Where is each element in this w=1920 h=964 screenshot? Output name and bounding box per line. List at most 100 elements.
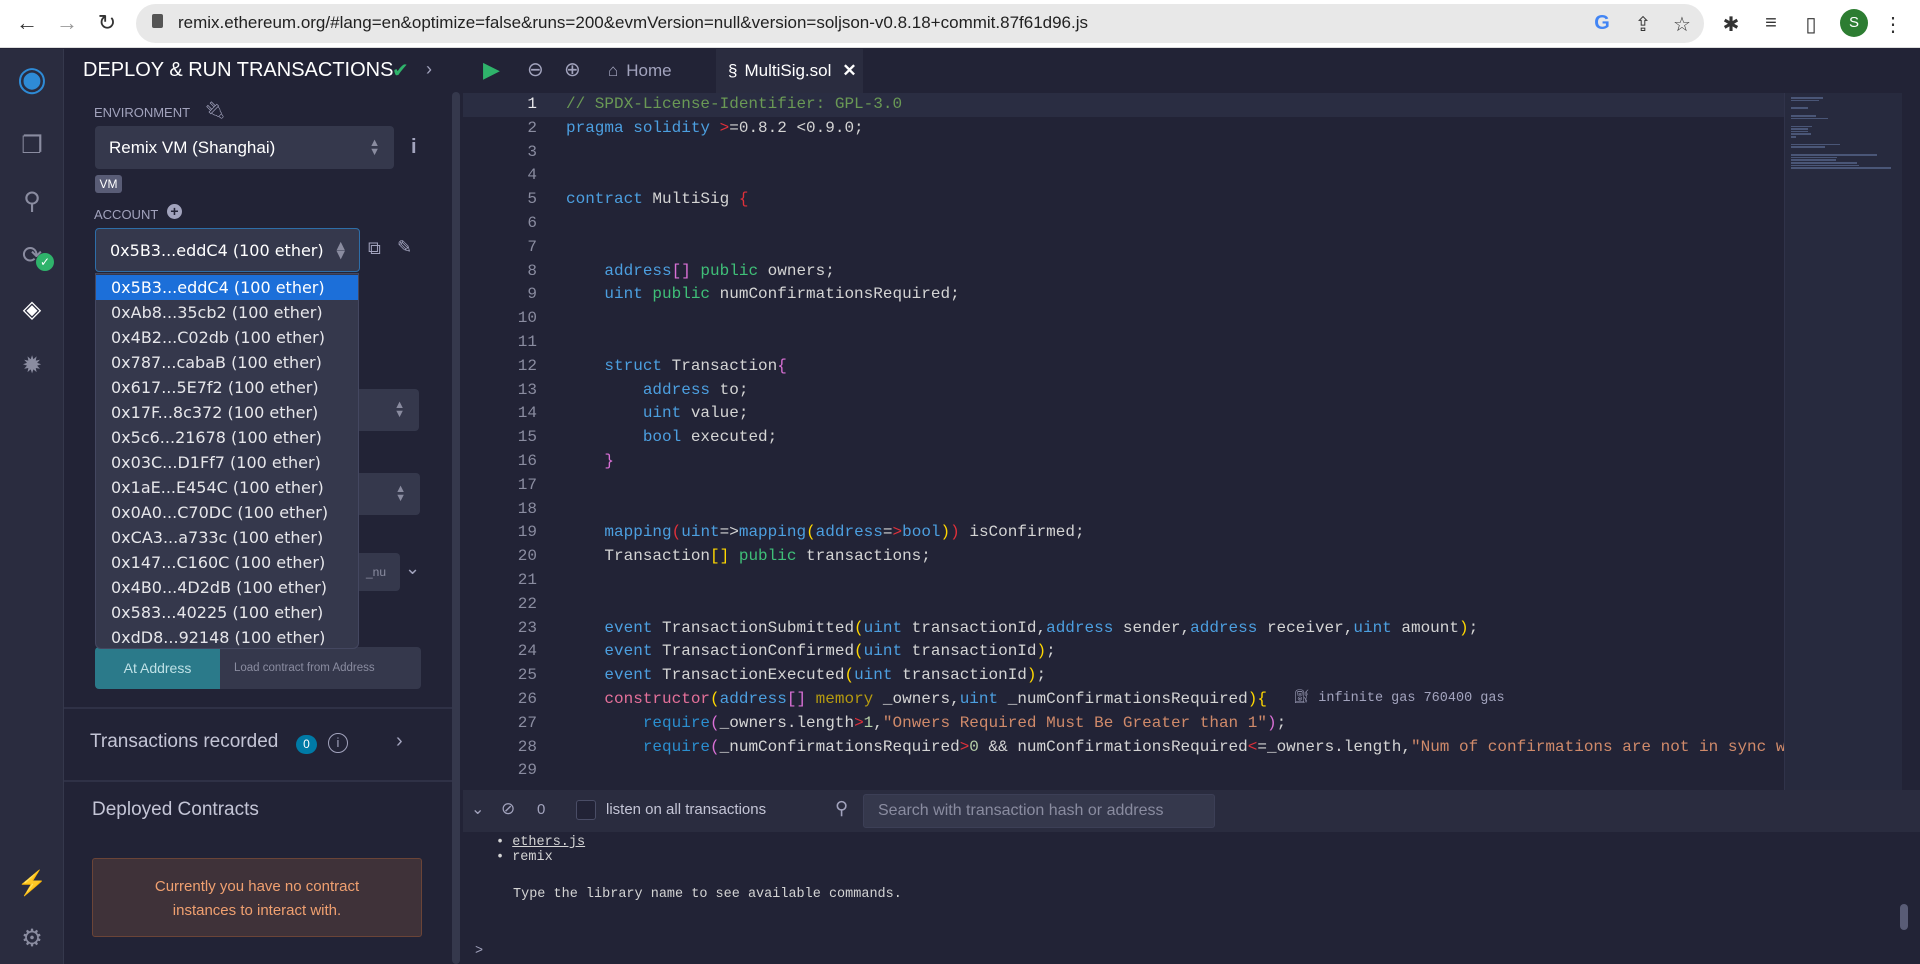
code-line[interactable]: 6	[463, 212, 1784, 236]
terminal-lib-item[interactable]: • ethers.js	[496, 835, 585, 850]
tab-multisig-sol[interactable]: § MultiSig.sol ✕	[716, 49, 863, 93]
account-option[interactable]: 0xAb8...35cb2 (100 ether)	[96, 300, 358, 325]
code-line[interactable]: 5 contract MultiSig {	[463, 188, 1784, 212]
code-line[interactable]: 25 event TransactionExecuted(uint transa…	[463, 664, 1784, 688]
account-option[interactable]: 0x5c6...21678 (100 ether)	[96, 425, 358, 450]
zoom-out-icon[interactable]: ⊖	[527, 57, 544, 82]
remix-logo-icon[interactable]: ◉	[0, 59, 64, 99]
chevron-right-icon[interactable]: ›	[426, 59, 432, 80]
transaction-search-input[interactable]: Search with transaction hash or address	[863, 794, 1215, 828]
bookmark-star-icon[interactable]: ☆	[1669, 12, 1695, 37]
share-icon[interactable]: ⇪	[1630, 12, 1656, 37]
account-option[interactable]: 0x17F...8c372 (100 ether)	[96, 400, 358, 425]
deploy-run-icon[interactable]: ◈	[0, 295, 64, 324]
account-select[interactable]: 0x5B3...eddC4 (100 ether) ▲ ▼	[95, 228, 360, 272]
info-icon[interactable]: i	[411, 136, 417, 159]
profile-avatar[interactable]: S	[1840, 9, 1868, 37]
lib-ethers-link[interactable]: ethers.js	[512, 835, 585, 850]
at-address-button[interactable]: At Address	[95, 647, 220, 689]
account-option[interactable]: 0x0A0...C70DC (100 ether)	[96, 500, 358, 525]
account-option[interactable]: 0x03C...D1Ff7 (100 ether)	[96, 450, 358, 475]
media-icon[interactable]: ≡	[1758, 12, 1784, 35]
zoom-in-icon[interactable]: ⊕	[564, 57, 581, 82]
chevron-down-icon[interactable]: ⌄	[405, 558, 420, 579]
code-line[interactable]: 29	[463, 759, 1784, 783]
code-line[interactable]: 27 require(_owners.length>1,"Onwers Requ…	[463, 712, 1784, 736]
edit-icon[interactable]: ✎	[397, 237, 412, 258]
google-icon[interactable]: G	[1589, 12, 1615, 35]
extensions-icon[interactable]: ✱	[1718, 12, 1744, 37]
code-token: event	[566, 618, 663, 637]
code-line[interactable]: 9 uint public numConfirmationsRequired;	[463, 283, 1784, 307]
code-line[interactable]: 18	[463, 498, 1784, 522]
panel-title: DEPLOY & RUN TRANSACTIONS	[83, 59, 394, 81]
code-line[interactable]: 16 }	[463, 450, 1784, 474]
code-line[interactable]: 19 mapping(uint=>mapping(address=>bool))…	[463, 521, 1784, 545]
reload-icon[interactable]: ↻	[92, 10, 122, 36]
code-line[interactable]: 15 bool executed;	[463, 426, 1784, 450]
code-line[interactable]: 13 address to;	[463, 379, 1784, 403]
account-option[interactable]: 0x4B0...4D2dB (100 ether)	[96, 575, 358, 600]
collapse-terminal-icon[interactable]: ⌄	[471, 799, 484, 819]
code-minimap[interactable]	[1784, 93, 1902, 790]
run-script-icon[interactable]: ▶	[483, 57, 500, 83]
code-line[interactable]: 3	[463, 141, 1784, 165]
account-option[interactable]: 0x583...40225 (100 ether)	[96, 600, 358, 625]
code-token: constructor	[566, 690, 711, 708]
code-line[interactable]: 11	[463, 331, 1784, 355]
account-option[interactable]: 0xdD8...92148 (100 ether)	[96, 625, 358, 650]
code-line[interactable]: 8 address[] public owners;	[463, 260, 1784, 284]
plugin-manager-icon[interactable]: ⚡	[0, 869, 64, 898]
solidity-compiler-icon[interactable]: ⟳ ✓	[0, 241, 64, 271]
file-explorer-icon[interactable]: ❐	[0, 131, 64, 160]
code-token: public	[729, 547, 797, 566]
terminal-prompt[interactable]: >	[475, 944, 483, 959]
add-account-icon[interactable]: +	[167, 204, 182, 219]
code-line[interactable]: 28 require(_numConfirmationsRequired>0 &…	[463, 736, 1786, 760]
minimap-line	[1791, 97, 1823, 99]
account-option[interactable]: 0x5B3...eddC4 (100 ether)	[96, 275, 358, 300]
code-line[interactable]: 22	[463, 593, 1784, 617]
close-tab-icon[interactable]: ✕	[842, 61, 856, 81]
code-line[interactable]: 4	[463, 164, 1784, 188]
account-option[interactable]: 0xCA3...a733c (100 ether)	[96, 525, 358, 550]
code-line[interactable]: 10	[463, 307, 1784, 331]
account-option[interactable]: 0x787...cabaB (100 ether)	[96, 350, 358, 375]
account-option[interactable]: 0x617...5E7f2 (100 ether)	[96, 375, 358, 400]
side-panel-icon[interactable]: ▯	[1798, 12, 1824, 37]
environment-select[interactable]: Remix VM (Shanghai) ▲ ▼	[95, 126, 394, 169]
code-line[interactable]: 24 event TransactionConfirmed(uint trans…	[463, 640, 1784, 664]
account-option[interactable]: 0x4B2...C02db (100 ether)	[96, 325, 358, 350]
menu-kebab-icon[interactable]: ⋮	[1880, 12, 1906, 37]
copy-icon[interactable]: ⧉	[368, 238, 381, 259]
forward-icon[interactable]: →	[52, 10, 82, 36]
panel-scrollbar[interactable]	[452, 92, 460, 964]
code-line[interactable]: 17	[463, 474, 1784, 498]
code-line[interactable]: 2 pragma solidity >=0.8.2 <0.9.0;	[463, 117, 1784, 141]
debugger-icon[interactable]: ✹	[0, 351, 64, 380]
code-line[interactable]: 12 struct Transaction{	[463, 355, 1784, 379]
lock-icon[interactable]	[152, 14, 163, 28]
code-line[interactable]: 1 // SPDX-License-Identifier: GPL-3.0	[463, 93, 1784, 117]
load-address-input[interactable]: Load contract from Address	[220, 647, 421, 689]
tab-home[interactable]: ⌂ Home	[608, 49, 672, 93]
code-line[interactable]: 14 uint value;	[463, 402, 1784, 426]
code-line[interactable]: 21	[463, 569, 1784, 593]
info-icon[interactable]: i	[328, 733, 348, 753]
account-option[interactable]: 0x147...C160C (100 ether)	[96, 550, 358, 575]
code-line[interactable]: 20 Transaction[] public transactions;	[463, 545, 1784, 569]
chevron-right-icon[interactable]: ›	[396, 730, 403, 753]
terminal-scrollbar[interactable]	[1900, 904, 1908, 930]
back-icon[interactable]: ←	[12, 10, 42, 36]
code-editor[interactable]: 1 // SPDX-License-Identifier: GPL-3.0 2 pra…	[463, 93, 1786, 790]
settings-gear-icon[interactable]: ⚙	[0, 924, 64, 953]
clear-console-icon[interactable]: ⊘	[501, 799, 515, 819]
code-line[interactable]: 26 constructor(address[] memory _owners,…	[463, 688, 1784, 712]
code-line[interactable]: 23 event TransactionSubmitted(uint trans…	[463, 617, 1784, 641]
url-text[interactable]: remix.ethereum.org/#lang=en&optimize=fal…	[178, 13, 1088, 33]
account-option[interactable]: 0x1aE...E454C (100 ether)	[96, 475, 358, 500]
account-dropdown[interactable]: 0x5B3...eddC4 (100 ether) 0xAb8...35cb2 (…	[95, 273, 359, 649]
code-line[interactable]: 7	[463, 236, 1784, 260]
listen-checkbox[interactable]	[576, 800, 596, 820]
search-icon[interactable]: ⚲	[0, 187, 64, 216]
